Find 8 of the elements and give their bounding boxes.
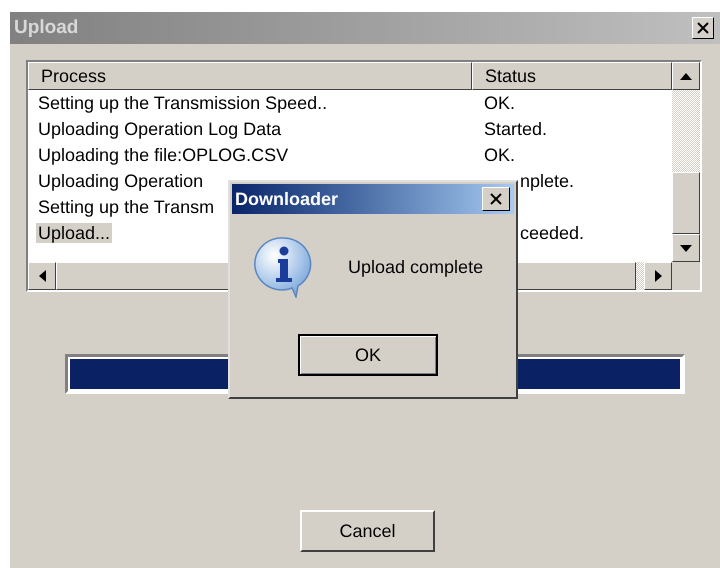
window-title: Upload — [14, 16, 78, 40]
dialog-title: Downloader — [235, 188, 338, 210]
status-cell: Started. — [484, 119, 548, 139]
dialog-message: Upload complete — [348, 256, 484, 279]
status-cell: OK. — [484, 145, 516, 165]
status-cell: OK. — [484, 93, 516, 113]
status-cell: nplete. — [520, 171, 574, 191]
status-cell: ceeded. — [520, 223, 584, 243]
